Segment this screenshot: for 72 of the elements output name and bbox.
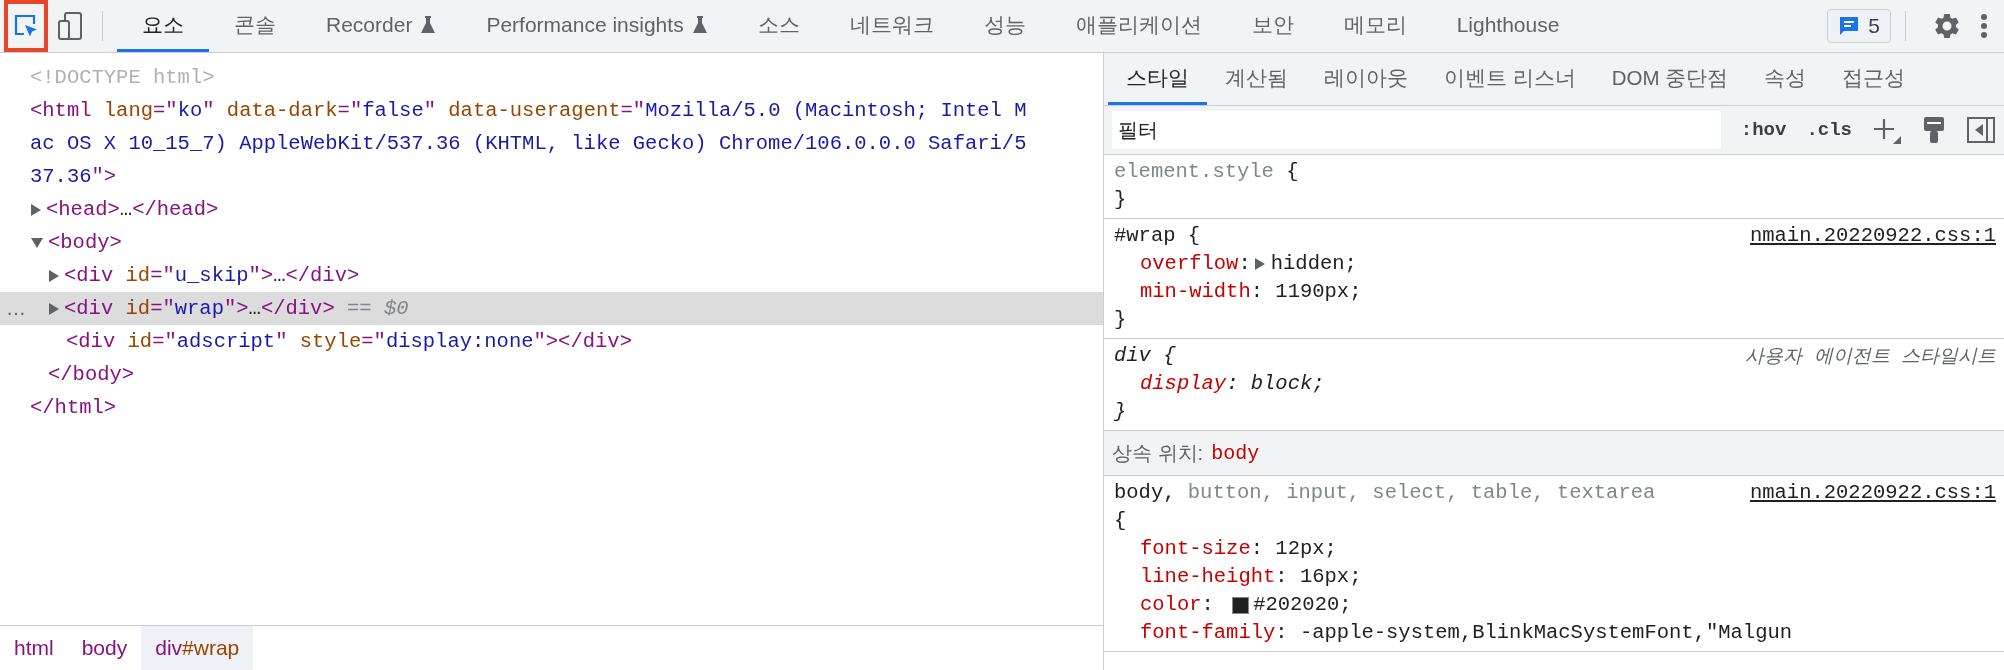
- expand-triangle-icon[interactable]: [31, 203, 41, 216]
- more-icon[interactable]: …: [6, 297, 26, 320]
- rule-selector: #wrap {: [1114, 223, 1201, 249]
- new-rule-icon[interactable]: [1872, 116, 1902, 144]
- code-line: <div id="adscript" style="display:none"></div>: [66, 330, 632, 353]
- sidebar-toggle-icon[interactable]: [1966, 116, 1996, 144]
- open-brace: {: [1114, 508, 1127, 534]
- breadcrumb[interactable]: div#wrap: [141, 626, 254, 670]
- code-line: <!DOCTYPE html>: [30, 66, 215, 89]
- breadcrumb[interactable]: body: [67, 626, 142, 670]
- rule-selector: element.style {: [1114, 159, 1299, 185]
- panel-tab[interactable]: 애플리케이션: [1050, 0, 1227, 52]
- code-line: ac OS X 10_15_7) AppleWebKit/537.36 (KHTML, like Gecko) Chrome/106.0.0.0 Safari/5: [30, 132, 1027, 155]
- sidebar-tab[interactable]: DOM 중단점: [1593, 53, 1747, 105]
- close-brace: }: [1114, 307, 1127, 333]
- settings-icon[interactable]: [1932, 11, 1962, 41]
- rule-origin: 사용자 에이전트 스타일시트: [1745, 344, 1996, 368]
- css-declaration: color: #202020;: [1139, 592, 1353, 618]
- rule-selector: div {: [1114, 343, 1176, 369]
- sidebar-tab[interactable]: 접근성: [1824, 53, 1924, 105]
- collapse-triangle-icon[interactable]: [31, 237, 43, 248]
- code-line: <html lang="ko" data-dark="false" data-useragent="Mozilla/5.0 (Macintosh; Intel M: [30, 99, 1027, 122]
- filter-field[interactable]: 필터: [1112, 111, 1721, 149]
- issues-button[interactable]: 5: [1827, 9, 1891, 43]
- css-declaration: min-width: 1190px;: [1139, 279, 1363, 305]
- sidebar-tab[interactable]: 이벤트 리스너: [1426, 53, 1594, 105]
- code-line: <div id="wrap">…</div> == $0: [64, 297, 409, 320]
- panel-tab[interactable]: Recorder: [301, 0, 462, 52]
- panel-tab[interactable]: 네트워크: [824, 0, 959, 52]
- panel-tab[interactable]: Lighthouse: [1431, 0, 1585, 52]
- inherited-node-link[interactable]: body: [1211, 441, 1260, 465]
- css-declaration: font-size: 12px;: [1139, 536, 1338, 562]
- device-icon: [56, 11, 84, 41]
- color-swatch[interactable]: [1232, 596, 1250, 614]
- sidebar-tab[interactable]: 레이아웃: [1306, 53, 1426, 105]
- sidebar-tab[interactable]: 속성: [1746, 53, 1825, 105]
- inspect-button[interactable]: [4, 0, 48, 52]
- panel-tab[interactable]: 소스: [732, 0, 825, 52]
- hover-state-button[interactable]: :hov: [1740, 119, 1787, 141]
- sidebar-tab[interactable]: 계산됨: [1207, 53, 1306, 105]
- code-line: <div id="u_skip">…</div>: [64, 264, 360, 287]
- brush-icon[interactable]: [1922, 115, 1946, 145]
- panel-tab[interactable]: Performance insights: [461, 0, 733, 52]
- class-button[interactable]: .cls: [1806, 119, 1852, 141]
- panel-tab[interactable]: 요소: [117, 0, 209, 52]
- source-link[interactable]: nmain.20220922.css:1: [1749, 479, 1996, 507]
- selected-node-row[interactable]: … <div id="wrap">…</div> == $0: [0, 292, 1103, 325]
- close-brace: }: [1114, 187, 1127, 213]
- css-declaration: overflow: hidden;: [1139, 251, 1358, 277]
- panel-tab[interactable]: 콘솔: [209, 0, 301, 52]
- expand-triangle-icon[interactable]: [49, 269, 59, 282]
- rule-selector: body, button, input, select, table, textarea: [1114, 480, 1656, 506]
- breadcrumb[interactable]: html: [0, 626, 68, 670]
- css-declaration: font-family: -apple-system,BlinkMacSystemFont,"Malgun: [1139, 620, 1794, 646]
- message-icon: [1838, 15, 1861, 37]
- code-line: 37.36">: [30, 165, 117, 188]
- code-line: <body>: [48, 231, 122, 254]
- panel-tab[interactable]: 메모리: [1318, 0, 1432, 52]
- panel-tab[interactable]: 성능: [958, 0, 1051, 52]
- code-line: </html>: [30, 396, 117, 419]
- expand-triangle-icon[interactable]: [49, 302, 59, 315]
- close-brace: }: [1114, 399, 1127, 425]
- css-declaration: display: block;: [1139, 371, 1326, 397]
- inherited-label: 상속 위치:: [1112, 440, 1204, 466]
- flask-icon: [691, 14, 708, 35]
- more-options-icon[interactable]: [1980, 13, 1988, 39]
- code-line: </body>: [48, 363, 135, 386]
- flask-icon: [420, 14, 437, 35]
- css-declaration: line-height: 16px;: [1139, 564, 1363, 590]
- code-line: <head>…</head>: [46, 198, 219, 221]
- source-link[interactable]: nmain.20220922.css:1: [1749, 222, 1996, 250]
- panel-tab[interactable]: 보안: [1226, 0, 1319, 52]
